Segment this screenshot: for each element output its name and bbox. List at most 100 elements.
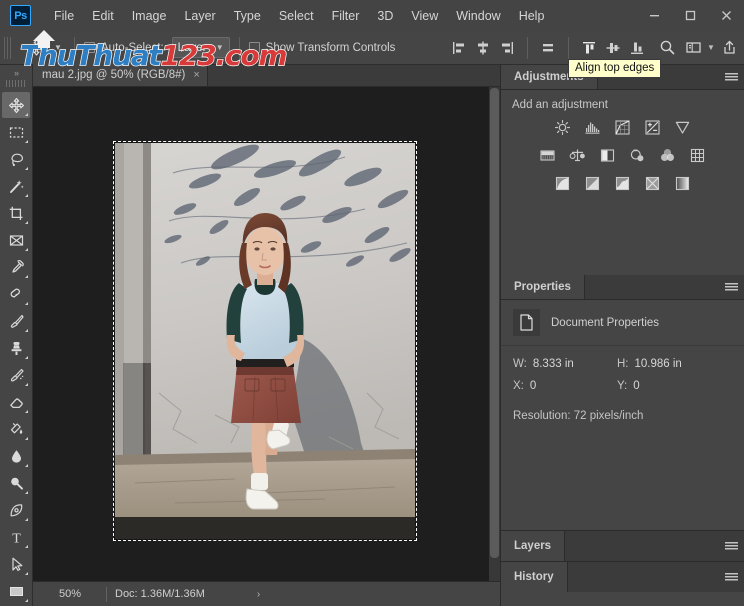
tool-brush[interactable] — [2, 308, 30, 334]
curves-icon[interactable] — [612, 117, 634, 137]
document-tab[interactable]: mau 2.jpg @ 50% (RGB/8#) × — [33, 64, 208, 86]
tool-blur[interactable] — [2, 443, 30, 469]
menu-select[interactable]: Select — [270, 5, 323, 27]
workspace-chevron-down-icon[interactable]: ▼ — [704, 36, 718, 60]
maximize-button[interactable] — [672, 3, 708, 29]
tool-rectangular-marquee[interactable] — [2, 119, 30, 145]
tool-gradient[interactable] — [2, 416, 30, 442]
tool-type[interactable]: T — [2, 524, 30, 550]
share-icon[interactable] — [718, 36, 740, 60]
align-vertical-centers-button[interactable] — [602, 36, 624, 60]
show-transform-controls-option[interactable]: Show Transform Controls — [248, 41, 396, 54]
layers-panel-menu-icon[interactable] — [718, 531, 744, 561]
menu-image[interactable]: Image — [123, 5, 176, 27]
minimize-button[interactable] — [636, 3, 672, 29]
tool-history-brush[interactable] — [2, 362, 30, 388]
posterize-icon[interactable] — [582, 173, 604, 193]
image-canvas[interactable] — [113, 141, 417, 541]
menu-type[interactable]: Type — [225, 5, 270, 27]
invert-icon[interactable] — [552, 173, 574, 193]
align-left-edges-button[interactable] — [448, 36, 470, 60]
tab-properties[interactable]: Properties — [501, 275, 585, 299]
properties-panel-menu-icon[interactable] — [718, 275, 744, 299]
menu-window[interactable]: Window — [447, 5, 509, 27]
menu-help[interactable]: Help — [510, 5, 554, 27]
hue-saturation-icon[interactable] — [537, 145, 559, 165]
auto-select-option[interactable]: Auto-Select: — [84, 42, 164, 54]
tool-clone-stamp[interactable] — [2, 335, 30, 361]
x-field[interactable]: X: 0 — [513, 380, 617, 392]
tab-layers[interactable]: Layers — [501, 531, 566, 561]
menu-view[interactable]: View — [402, 5, 447, 27]
color-lookup-icon[interactable] — [687, 145, 709, 165]
channel-mixer-icon[interactable] — [657, 145, 679, 165]
show-transform-checkbox[interactable] — [248, 42, 260, 53]
options-separator-2 — [238, 36, 240, 59]
close-icon[interactable]: × — [193, 69, 199, 81]
document-properties-label: Document Properties — [551, 316, 660, 329]
width-field[interactable]: W: 8.333 in — [513, 358, 617, 370]
workspace-icon[interactable] — [682, 36, 704, 60]
vibrance-icon[interactable] — [672, 117, 694, 137]
y-field[interactable]: Y: 0 — [617, 380, 721, 392]
close-button[interactable] — [708, 3, 744, 29]
show-transform-label: Show Transform Controls — [265, 41, 396, 54]
threshold-icon[interactable] — [612, 173, 634, 193]
move-tool-icon[interactable] — [21, 36, 51, 60]
adjustment-row-2 — [511, 145, 734, 165]
tool-magic-wand[interactable] — [2, 173, 30, 199]
canvas-scrollbar-thumb[interactable] — [490, 88, 499, 558]
auto-select-scope-dropdown[interactable]: Layer ▼ — [171, 37, 230, 58]
distribute-horizontally-button[interactable] — [537, 36, 559, 60]
tool-frame[interactable] — [2, 227, 30, 253]
history-panel-menu-icon[interactable] — [718, 562, 744, 592]
photo-filter-icon[interactable] — [627, 145, 649, 165]
right-panel-dock: Adjustments Add an adjustment Properties… — [500, 65, 744, 606]
canvas-area[interactable] — [33, 87, 500, 581]
brightness-contrast-icon[interactable] — [552, 117, 574, 137]
color-balance-icon[interactable] — [567, 145, 589, 165]
align-right-edges-button[interactable] — [496, 36, 518, 60]
search-icon[interactable] — [656, 36, 678, 60]
tool-lasso[interactable] — [2, 146, 30, 172]
tool-crop[interactable] — [2, 200, 30, 226]
height-field[interactable]: H: 10.986 in — [617, 358, 721, 370]
menu-file[interactable]: File — [45, 5, 83, 27]
toolbar-collapse-icon[interactable]: » — [0, 65, 33, 80]
black-white-icon[interactable] — [597, 145, 619, 165]
tool-dodge[interactable] — [2, 470, 30, 496]
adjustment-row-3 — [511, 173, 734, 193]
menu-3d[interactable]: 3D — [368, 5, 402, 27]
exposure-icon[interactable] — [642, 117, 664, 137]
tool-preset-chevron-icon[interactable]: ▼ — [51, 36, 65, 60]
tab-history[interactable]: History — [501, 562, 568, 592]
tool-eraser[interactable] — [2, 389, 30, 415]
auto-select-checkbox[interactable] — [84, 42, 95, 53]
align-horizontal-centers-button[interactable] — [472, 36, 494, 60]
width-key: W: — [513, 358, 527, 370]
tool-pen[interactable] — [2, 497, 30, 523]
tool-eyedropper[interactable] — [2, 254, 30, 280]
tool-corner-icon — [25, 140, 28, 143]
menu-filter[interactable]: Filter — [323, 5, 369, 27]
menu-layer[interactable]: Layer — [175, 5, 224, 27]
adjustments-panel-menu-icon[interactable] — [718, 65, 744, 89]
status-menu-arrow-icon[interactable]: › — [257, 589, 260, 600]
canvas-vertical-scrollbar[interactable] — [489, 87, 500, 581]
zoom-level-field[interactable]: 50% — [42, 585, 98, 603]
tool-rectangle[interactable] — [2, 578, 30, 604]
menu-edit[interactable]: Edit — [83, 5, 123, 27]
tool-move[interactable] — [2, 92, 30, 118]
options-bar-grip[interactable] — [4, 36, 13, 59]
align-bottom-edges-button[interactable] — [626, 36, 648, 60]
gradient-map-icon[interactable] — [672, 173, 694, 193]
selective-color-icon[interactable] — [642, 173, 664, 193]
toolbar-grip[interactable] — [6, 80, 26, 87]
tool-spot-healing-brush[interactable] — [2, 281, 30, 307]
tool-path-selection[interactable] — [2, 551, 30, 577]
levels-icon[interactable] — [582, 117, 604, 137]
align-top-edges-button[interactable] — [578, 36, 600, 60]
document-tab-strip: mau 2.jpg @ 50% (RGB/8#) × — [33, 64, 500, 87]
auto-select-label: Auto-Select: — [101, 41, 164, 54]
status-bar: 50% Doc: 1.36M/1.36M › — [33, 581, 500, 606]
